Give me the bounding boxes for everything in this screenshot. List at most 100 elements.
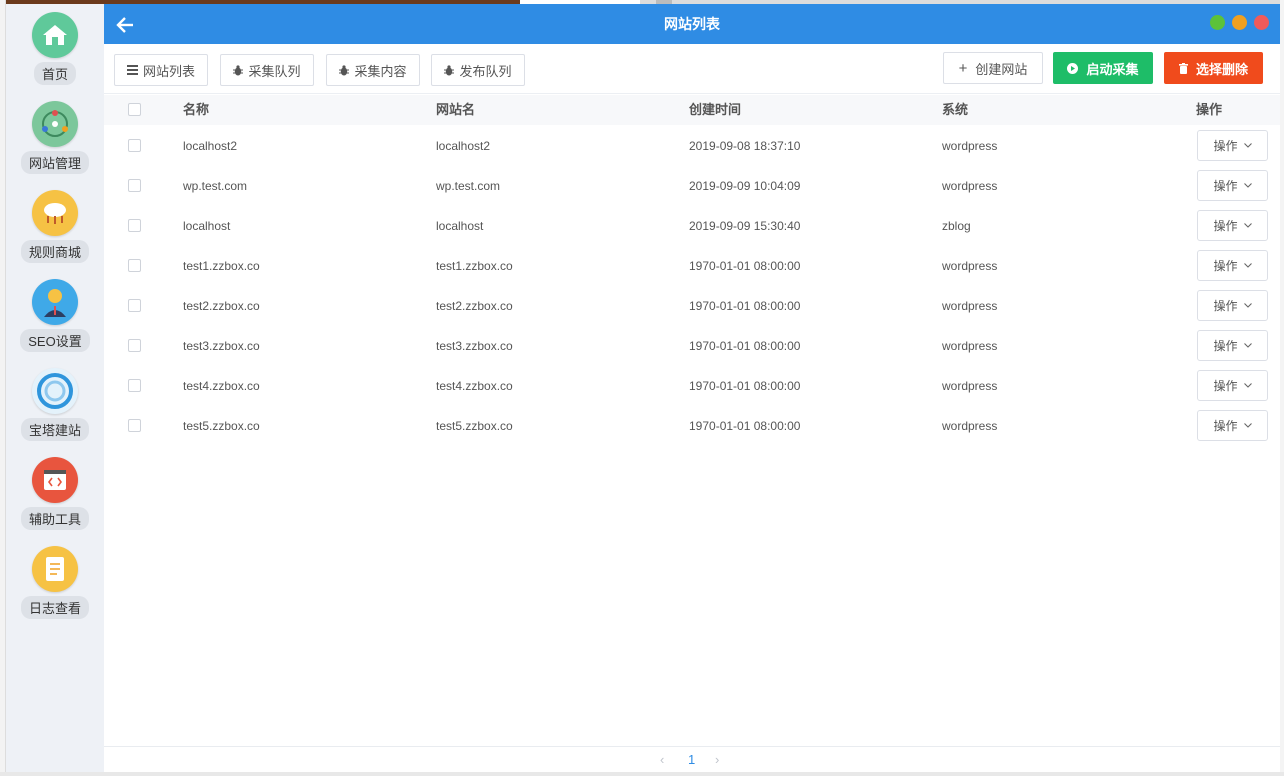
column-header-name: 名称 [183,102,210,117]
cell-site: localhost2 [436,139,491,153]
plus-icon: + [958,59,968,77]
cell-name: test2.zzbox.co [183,299,260,313]
create-site-button[interactable]: + 创建网站 [943,52,1043,84]
cell-name: test3.zzbox.co [183,339,260,353]
row-actions-dropdown[interactable]: 操作 [1197,330,1268,361]
tab-publish-queue[interactable]: 发布队列 [431,54,525,86]
cell-name: localhost [183,219,231,233]
toolbar: 网站列表 采集队列 采集内容 发布队列 + 创建网站 启动采集 选择删除 [104,44,1280,94]
close-button[interactable] [1254,15,1269,30]
back-button[interactable] [112,12,138,38]
cell-system: wordpress [942,339,998,353]
row-actions-dropdown[interactable]: 操作 [1197,250,1268,281]
dock-item-home[interactable]: 首页 [6,12,104,92]
dropdown-label: 操作 [1213,139,1238,153]
cell-created: 2019-09-09 15:30:40 [689,219,801,233]
dock-item-seo[interactable]: SEO设置 [6,279,104,359]
chevron-down-icon [1243,303,1252,308]
cell-name: wp.test.com [183,179,248,193]
minimize-button[interactable] [1232,15,1247,30]
table-row: localhost2 localhost2 2019-09-08 18:37:10 w… [104,126,1280,166]
chevron-down-icon [1243,263,1252,268]
dropdown-label: 操作 [1213,419,1238,433]
delete-selected-button[interactable]: 选择删除 [1164,52,1263,84]
table-row: test2.zzbox.co test2.zzbox.co 1970-01-01 0… [104,286,1280,326]
code-icon [32,457,78,503]
dropdown-label: 操作 [1213,219,1238,233]
table-row: localhost localhost 2019-09-09 15:30:40 zbl… [104,206,1280,246]
chevron-down-icon [1243,343,1252,348]
page-number[interactable]: 1 [688,752,695,767]
cell-created: 1970-01-01 08:00:00 [689,379,801,393]
businessman-icon [32,279,78,325]
dock-item-logs[interactable]: 日志查看 [6,546,104,626]
cell-created: 1970-01-01 08:00:00 [689,339,801,353]
cell-system: wordpress [942,139,998,153]
cell-system: wordpress [942,259,998,273]
trash-icon [1178,62,1188,74]
chevron-down-icon [1243,223,1252,228]
column-header-system: 系统 [942,102,969,117]
table-row: test1.zzbox.co test1.zzbox.co 1970-01-01 0… [104,246,1280,286]
tab-label: 发布队列 [459,63,512,79]
row-actions-dropdown[interactable]: 操作 [1197,410,1268,441]
dock-item-tools[interactable]: 辅助工具 [6,457,104,537]
row-checkbox[interactable] [128,299,141,312]
dropdown-label: 操作 [1213,259,1238,273]
tab-label: 网站列表 [142,63,195,79]
dropdown-label: 操作 [1213,179,1238,193]
row-checkbox[interactable] [128,259,141,272]
cell-site: test4.zzbox.co [436,379,513,393]
cell-created: 1970-01-01 08:00:00 [689,259,801,273]
cell-created: 2019-09-09 10:04:09 [689,179,801,193]
tab-collect-queue[interactable]: 采集队列 [220,54,314,86]
row-actions-dropdown[interactable]: 操作 [1197,210,1268,241]
dock-label: 宝塔建站 [20,418,89,441]
row-checkbox[interactable] [128,419,141,432]
dropdown-label: 操作 [1213,379,1238,393]
bug-icon [233,64,244,75]
home-icon [32,12,78,58]
tab-site-list[interactable]: 网站列表 [114,54,208,86]
row-actions-dropdown[interactable]: 操作 [1197,130,1268,161]
dock-item-rules[interactable]: 规则商城 [6,190,104,270]
table-row: wp.test.com wp.test.com 2019-09-09 10:04:0… [104,166,1280,206]
row-checkbox[interactable] [128,179,141,192]
row-checkbox[interactable] [128,219,141,232]
row-actions-dropdown[interactable]: 操作 [1197,290,1268,321]
table-row: test5.zzbox.co test5.zzbox.co 1970-01-01 0… [104,406,1280,446]
maximize-button[interactable] [1210,15,1225,30]
cell-system: wordpress [942,179,998,193]
tab-collect-content[interactable]: 采集内容 [326,54,420,86]
dock-label: 规则商城 [20,240,89,263]
select-all-checkbox[interactable] [128,103,141,116]
start-collect-button[interactable]: 启动采集 [1053,52,1153,84]
cell-system: zblog [942,219,971,233]
chevron-down-icon [1243,143,1252,148]
column-header-created: 创建时间 [689,102,742,117]
next-page-button[interactable]: › [715,752,719,767]
button-label: 创建网站 [975,61,1028,77]
row-checkbox[interactable] [128,139,141,152]
cell-site: localhost [436,219,484,233]
prev-page-button[interactable]: ‹ [660,752,664,767]
main-window: 网站列表 网站列表 采集队列 采集内容 发布队列 + 创建网站 启动采集 选择删… [104,4,1280,772]
cell-system: wordpress [942,299,998,313]
row-actions-dropdown[interactable]: 操作 [1197,370,1268,401]
app-dock: 首页 网站管理 规则商城 SEO设置 宝塔建站 辅助工具 日志查看 [6,4,104,772]
network-icon [32,101,78,147]
cell-site: test5.zzbox.co [436,419,513,433]
dock-item-sites[interactable]: 网站管理 [6,101,104,181]
document-icon [32,546,78,592]
dock-item-bt[interactable]: 宝塔建站 [6,368,104,448]
row-actions-dropdown[interactable]: 操作 [1197,170,1268,201]
row-checkbox[interactable] [128,339,141,352]
dropdown-label: 操作 [1213,339,1238,353]
dock-label: 首页 [33,62,76,85]
button-label: 启动采集 [1086,61,1139,77]
cell-created: 1970-01-01 08:00:00 [689,299,801,313]
row-checkbox[interactable] [128,379,141,392]
cell-site: test1.zzbox.co [436,259,513,273]
cell-created: 2019-09-08 18:37:10 [689,139,801,153]
cell-site: test2.zzbox.co [436,299,513,313]
